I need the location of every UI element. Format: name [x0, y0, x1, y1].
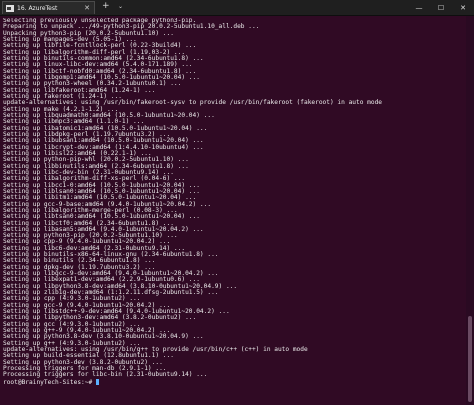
shell-prompt-line[interactable]: root@BrainyTech-Sites:~# [3, 378, 465, 386]
tab-bar: 16. AzureTest ✕ + ⌄ — ☐ ✕ [0, 0, 474, 16]
new-tab-button[interactable]: + [102, 1, 110, 11]
scrollbar-thumb[interactable] [468, 316, 472, 402]
text-cursor [95, 378, 99, 385]
maximize-button[interactable]: ☐ [430, 0, 452, 15]
tab-azuretest[interactable]: 16. AzureTest ✕ [2, 1, 95, 14]
tab-close-icon[interactable]: ✕ [84, 4, 90, 12]
tab-title: 16. AzureTest [17, 4, 58, 12]
minimize-button[interactable]: — [408, 0, 430, 15]
scrollbar[interactable] [466, 16, 474, 405]
terminal-app-icon [6, 4, 14, 12]
terminal-window: 16. AzureTest ✕ + ⌄ — ☐ ✕ Selecting prev… [0, 0, 474, 405]
close-window-button[interactable]: ✕ [452, 0, 474, 15]
terminal-output[interactable]: Selecting previously unselected package … [3, 18, 465, 402]
tab-dropdown-chevron-down-icon[interactable]: ⌄ [118, 3, 123, 10]
window-controls: — ☐ ✕ [408, 0, 474, 15]
shell-prompt: root@BrainyTech-Sites:~# [3, 378, 96, 386]
